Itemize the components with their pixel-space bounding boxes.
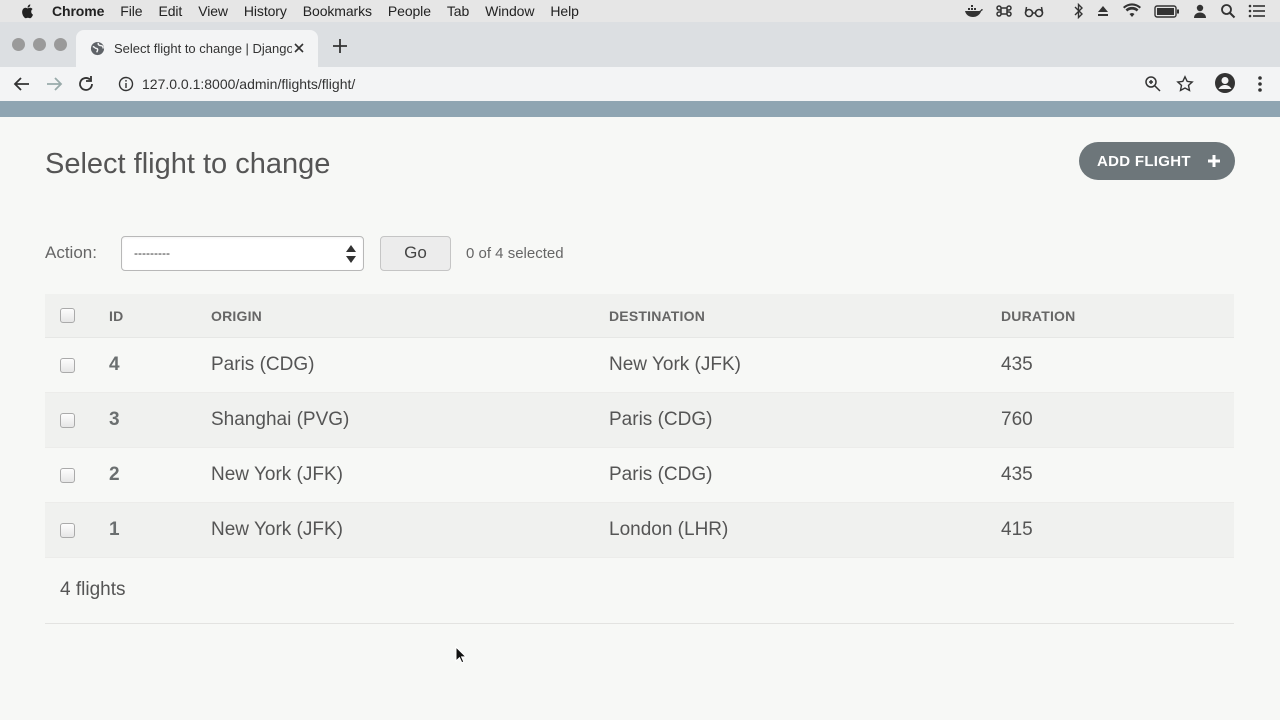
menu-app-name[interactable]: Chrome [52,3,104,19]
profile-icon[interactable] [1214,72,1236,94]
tab-title: Select flight to change | Django site ad… [114,41,292,56]
menu-people[interactable]: People [388,3,431,19]
row-origin: New York (JFK) [211,464,343,485]
address-bar[interactable]: 127.0.0.1:8000/admin/flights/flight/ [108,69,1206,99]
window-controls [12,38,67,51]
action-label: Action: [45,243,97,262]
forward-icon[interactable] [44,74,64,94]
paginator: 4 flights [45,558,1234,624]
maximize-window-button[interactable] [54,38,67,51]
changelist-content: Select flight to change ADD FLIGHT Actio… [0,117,1280,720]
bluetooth-icon[interactable] [1074,3,1084,19]
add-flight-label: ADD FLIGHT [1097,152,1191,170]
row-checkbox[interactable] [60,467,75,483]
result-count: 4 flights [60,579,126,600]
table-row: 4 Paris (CDG) New York (JFK) 435 [45,338,1234,393]
zoom-icon[interactable] [1144,75,1162,93]
close-icon[interactable] [292,41,306,55]
glasses-icon[interactable] [1024,3,1044,19]
reload-icon[interactable] [76,74,96,94]
menu-tab[interactable]: Tab [447,3,469,19]
go-button[interactable]: Go [380,235,451,271]
action-select[interactable]: --------- [121,235,364,271]
kebab-menu-icon[interactable] [1250,74,1270,94]
select-all-checkbox[interactable] [60,308,75,323]
column-header-duration[interactable]: DURATION [1001,294,1075,337]
menu-history[interactable]: History [244,3,287,19]
plus-icon[interactable] [330,36,350,56]
docker-icon[interactable] [964,3,984,19]
row-checkbox[interactable] [60,412,75,428]
command-icon[interactable] [996,3,1012,19]
row-checkbox[interactable] [60,522,75,538]
actions-bar: Action: --------- Go 0 of 4 selected [45,235,564,271]
globe-favicon [90,41,105,56]
user-icon[interactable] [1192,3,1208,19]
action-select-value: --------- [134,246,170,260]
django-header-bar [0,101,1280,117]
table-row: 3 Shanghai (PVG) Paris (CDG) 760 [45,393,1234,448]
macos-menubar: Chrome File Edit View History Bookmarks … [0,0,1280,22]
row-destination: London (LHR) [609,519,729,540]
apple-icon[interactable] [20,3,36,19]
status-icons [964,0,1266,22]
row-checkbox-cell [60,448,75,502]
browser-tab-strip: Select flight to change | Django site ad… [0,22,1280,67]
row-checkbox[interactable] [60,357,75,373]
results-table: ID ORIGIN DESTINATION DURATION 4 Paris (… [45,294,1234,558]
column-header-origin[interactable]: ORIGIN [211,294,262,337]
menu-edit[interactable]: Edit [158,3,182,19]
selection-counter: 0 of 4 selected [466,244,564,262]
row-duration: 760 [1001,409,1033,430]
browser-tab-active[interactable]: Select flight to change | Django site ad… [76,30,318,67]
menu-help[interactable]: Help [550,3,579,19]
spotlight-icon[interactable] [1220,3,1236,19]
menu-file[interactable]: File [120,3,142,19]
plus-icon [1208,155,1220,167]
row-destination: Paris (CDG) [609,464,713,485]
battery-icon[interactable] [1154,3,1180,19]
row-duration: 435 [1001,464,1033,485]
row-id-link[interactable]: 2 [109,448,120,502]
menu-window[interactable]: Window [485,3,534,19]
header-checkbox-cell [60,294,75,337]
wifi-icon[interactable] [1122,3,1142,19]
row-duration: 415 [1001,519,1033,540]
mouse-cursor-icon [455,646,467,664]
column-header-id[interactable]: ID [109,294,123,337]
star-icon[interactable] [1176,75,1194,93]
row-destination: New York (JFK) [609,354,741,375]
row-origin: Paris (CDG) [211,354,315,375]
select-arrows-icon [346,244,356,263]
row-origin: Shanghai (PVG) [211,409,350,430]
minimize-window-button[interactable] [33,38,46,51]
table-row: 1 New York (JFK) London (LHR) 415 [45,503,1234,558]
row-checkbox-cell [60,393,75,447]
add-flight-button[interactable]: ADD FLIGHT [1079,142,1235,180]
row-destination: Paris (CDG) [609,409,713,430]
row-id-link[interactable]: 4 [109,338,120,392]
column-header-destination[interactable]: DESTINATION [609,294,705,337]
page-title: Select flight to change [45,148,331,180]
row-id-link[interactable]: 3 [109,393,120,447]
notification-center-icon[interactable] [1248,3,1266,19]
row-duration: 435 [1001,354,1033,375]
row-id-link[interactable]: 1 [109,503,120,557]
row-checkbox-cell [60,503,75,557]
row-origin: New York (JFK) [211,519,343,540]
menu-bookmarks[interactable]: Bookmarks [303,3,372,19]
back-icon[interactable] [12,74,32,94]
browser-toolbar: 127.0.0.1:8000/admin/flights/flight/ [0,67,1280,101]
menu-view[interactable]: View [198,3,228,19]
eject-icon[interactable] [1096,4,1110,18]
url-text[interactable]: 127.0.0.1:8000/admin/flights/flight/ [142,76,355,92]
row-checkbox-cell [60,338,75,392]
table-row: 2 New York (JFK) Paris (CDG) 435 [45,448,1234,503]
info-icon[interactable] [118,76,134,92]
close-window-button[interactable] [12,38,25,51]
table-header: ID ORIGIN DESTINATION DURATION [45,294,1234,338]
